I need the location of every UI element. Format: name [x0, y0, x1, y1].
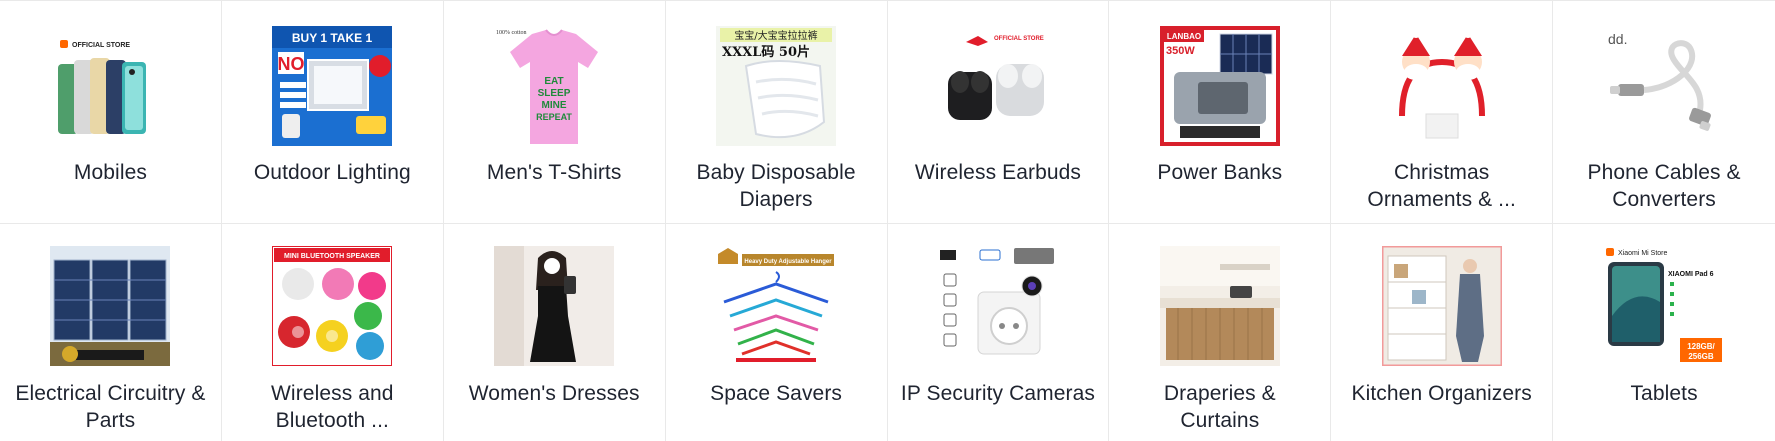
- svg-text:EAT: EAT: [545, 76, 564, 87]
- svg-text:MINE: MINE: [542, 100, 567, 111]
- svg-text:256GB: 256GB: [1688, 352, 1714, 361]
- category-card-kitchen-organizers[interactable]: Kitchen Organizers: [1331, 224, 1554, 441]
- category-card-space-savers[interactable]: Heavy Duty Adjustable Hanger Space Saver…: [665, 224, 888, 441]
- kitchen-curtain-icon: [1159, 246, 1280, 366]
- category-card-mens-tshirts[interactable]: 100% cotton EAT SLEEP MINE REPEAT Men's …: [443, 1, 666, 224]
- category-card-wireless-earbuds[interactable]: OFFICIAL STORE Wireless Earbuds: [887, 1, 1110, 224]
- solar-floodlight-icon: BUY 1 TAKE 1 NO: [272, 26, 393, 146]
- category-card-outdoor-lighting[interactable]: BUY 1 TAKE 1 NO Outdoor Lighting: [221, 1, 444, 224]
- tablet-icon: Xiaomi Mi Store XIAOMI Pad 6 128GB/ 256G…: [1604, 246, 1725, 366]
- svg-text:Heavy Duty Adjustable Hanger: Heavy Duty Adjustable Hanger: [744, 259, 832, 265]
- category-card-wireless-bluetooth[interactable]: MINI BLUETOOTH SPEAKER Wireless and Blue…: [221, 224, 444, 441]
- category-card-christmas-ornaments[interactable]: Christmas Ornaments & ...: [1331, 1, 1554, 224]
- santa-headband-icon: [1381, 26, 1502, 146]
- category-label[interactable]: Electrical Circuitry & Parts: [12, 380, 209, 434]
- socket-camera-icon: [937, 246, 1058, 366]
- category-label[interactable]: Outdoor Lighting: [234, 159, 431, 186]
- svg-text:350W: 350W: [1166, 45, 1195, 57]
- category-label[interactable]: Women's Dresses: [456, 380, 653, 407]
- svg-text:OFFICIAL STORE: OFFICIAL STORE: [994, 36, 1044, 42]
- pink-tshirt-icon: 100% cotton EAT SLEEP MINE REPEAT: [494, 26, 615, 146]
- category-card-mobiles[interactable]: OFFICIAL STORE Mobiles: [0, 1, 222, 224]
- svg-text:宝宝/大宝宝拉拉裤: 宝宝/大宝宝拉拉裤: [734, 29, 817, 42]
- svg-text:MINI BLUETOOTH SPEAKER: MINI BLUETOOTH SPEAKER: [284, 253, 380, 260]
- category-grid: OFFICIAL STORE Mobiles BUY 1 TAKE 1 NO O…: [0, 0, 1775, 441]
- svg-text:Xiaomi Mi Store: Xiaomi Mi Store: [1618, 250, 1668, 257]
- svg-text:NO: NO: [278, 54, 305, 74]
- solar-power-station-icon: LANBAO 350W: [1159, 26, 1280, 146]
- svg-text:XIAOMI Pad 6: XIAOMI Pad 6: [1668, 271, 1714, 278]
- category-card-ip-security-cameras[interactable]: IP Security Cameras: [887, 224, 1110, 441]
- earbuds-icon: OFFICIAL STORE: [937, 26, 1058, 146]
- category-card-draperies-curtains[interactable]: Draperies & Curtains: [1109, 224, 1332, 441]
- category-label[interactable]: Kitchen Organizers: [1343, 380, 1540, 407]
- category-label[interactable]: IP Security Cameras: [900, 380, 1097, 407]
- category-card-electrical-circuitry[interactable]: Electrical Circuitry & Parts: [0, 224, 222, 441]
- svg-text:LANBAO: LANBAO: [1167, 32, 1201, 41]
- category-label[interactable]: Space Savers: [678, 380, 875, 407]
- svg-text:XXXL码 50片: XXXL码 50片: [722, 44, 810, 60]
- kitchen-cabinet-icon: [1381, 246, 1502, 366]
- category-card-phone-cables[interactable]: dd. Phone Cables & Converters: [1553, 1, 1775, 224]
- category-card-tablets[interactable]: Xiaomi Mi Store XIAOMI Pad 6 128GB/ 256G…: [1553, 224, 1775, 441]
- adjustable-hanger-icon: Heavy Duty Adjustable Hanger: [716, 246, 837, 366]
- category-card-womens-dresses[interactable]: Women's Dresses: [443, 224, 666, 441]
- category-label[interactable]: Power Banks: [1121, 159, 1318, 186]
- category-label[interactable]: Phone Cables & Converters: [1565, 159, 1763, 213]
- category-label[interactable]: Tablets: [1565, 380, 1763, 407]
- svg-text:128GB/: 128GB/: [1687, 342, 1715, 351]
- svg-text:SLEEP: SLEEP: [538, 88, 571, 99]
- svg-text:dd.: dd.: [1608, 31, 1627, 47]
- category-label[interactable]: Draperies & Curtains: [1121, 380, 1318, 434]
- diaper-pack-icon: 宝宝/大宝宝拉拉裤 XXXL码 50片: [716, 26, 837, 146]
- black-dress-icon: [494, 246, 615, 366]
- svg-text:BUY 1 TAKE 1: BUY 1 TAKE 1: [292, 31, 373, 45]
- category-card-power-banks[interactable]: LANBAO 350W Power Banks: [1109, 1, 1332, 224]
- category-label[interactable]: Wireless and Bluetooth ...: [234, 380, 431, 434]
- category-label[interactable]: Mobiles: [12, 159, 209, 186]
- svg-text:OFFICIAL STORE: OFFICIAL STORE: [72, 42, 130, 49]
- smartphones-icon: OFFICIAL STORE: [50, 26, 171, 146]
- usb-c-cable-icon: dd.: [1604, 26, 1725, 146]
- category-label[interactable]: Baby Disposable Diapers: [678, 159, 875, 213]
- svg-text:REPEAT: REPEAT: [536, 112, 572, 122]
- category-card-baby-diapers[interactable]: 宝宝/大宝宝拉拉裤 XXXL码 50片 Baby Disposable Diap…: [665, 1, 888, 224]
- bluetooth-speakers-icon: MINI BLUETOOTH SPEAKER: [272, 246, 393, 366]
- category-label[interactable]: Wireless Earbuds: [900, 159, 1097, 186]
- category-label[interactable]: Christmas Ornaments & ...: [1343, 159, 1540, 213]
- svg-text:100% cotton: 100% cotton: [496, 30, 527, 36]
- solar-panels-icon: [50, 246, 171, 366]
- category-label[interactable]: Men's T-Shirts: [456, 159, 653, 186]
